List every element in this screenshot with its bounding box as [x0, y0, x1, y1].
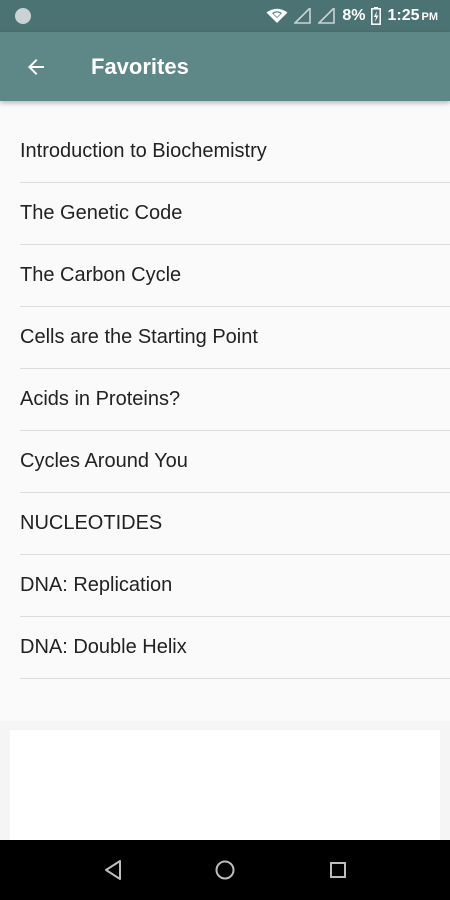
- notification-dot-icon: [15, 8, 31, 24]
- wifi-icon: [266, 8, 288, 23]
- status-icons: 8% 1:25 PM: [266, 0, 438, 32]
- battery-charging-icon: [371, 7, 382, 25]
- list-item[interactable]: Acids in Proteins?: [20, 369, 450, 431]
- status-bar: 8% 1:25 PM: [0, 0, 450, 32]
- screen: 8% 1:25 PM Favorites Introduction to Bioc…: [0, 0, 450, 900]
- clock-time: 1:25: [387, 7, 420, 24]
- battery-percent: 8%: [342, 7, 366, 24]
- back-button[interactable]: [14, 45, 58, 89]
- nav-back-button[interactable]: [98, 855, 128, 885]
- signal-icon: [318, 8, 336, 24]
- nav-recents-button[interactable]: [323, 855, 353, 885]
- clock-ampm: PM: [421, 11, 439, 23]
- status-time: 1:25 PM: [387, 7, 438, 25]
- list-item[interactable]: Cells are the Starting Point: [20, 307, 450, 369]
- list-item[interactable]: The Carbon Cycle: [20, 245, 450, 307]
- favorites-list-container: Introduction to Biochemistry The Genetic…: [0, 101, 450, 721]
- navigation-bar: [0, 840, 450, 900]
- nav-back-icon: [105, 860, 121, 880]
- nav-home-icon: [215, 860, 235, 880]
- arrow-left-icon: [28, 59, 44, 75]
- list-item[interactable]: DNA: Replication: [20, 555, 450, 617]
- signal-icon: [294, 8, 312, 24]
- list-item[interactable]: NUCLEOTIDES: [20, 493, 450, 555]
- page-title: Favorites: [91, 54, 189, 79]
- nav-recents-icon: [330, 862, 346, 878]
- list-item[interactable]: Introduction to Biochemistry: [20, 121, 450, 183]
- nav-home-button[interactable]: [210, 855, 240, 885]
- favorites-list: Introduction to Biochemistry The Genetic…: [20, 121, 450, 679]
- list-item[interactable]: The Genetic Code: [20, 183, 450, 245]
- blank-card: [10, 730, 440, 840]
- list-item[interactable]: DNA: Double Helix: [20, 617, 450, 679]
- app-bar: Favorites: [0, 32, 450, 101]
- list-item[interactable]: Cycles Around You: [20, 431, 450, 493]
